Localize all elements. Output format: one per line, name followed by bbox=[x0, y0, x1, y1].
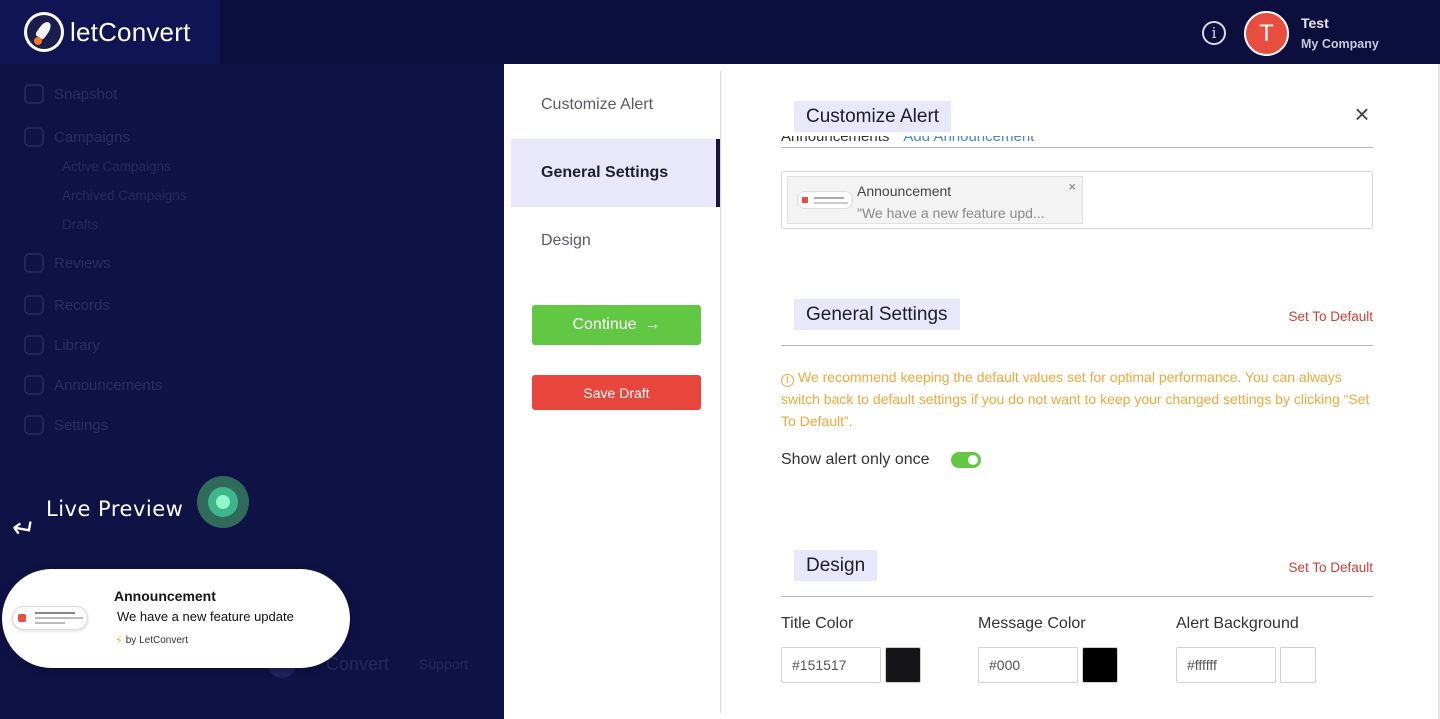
title-color-swatch[interactable] bbox=[885, 647, 921, 683]
step-customize-alert[interactable]: Customize Alert bbox=[511, 71, 720, 139]
live-pulse-icon bbox=[197, 476, 249, 528]
section-title-general-settings: General Settings bbox=[794, 299, 960, 330]
sidebar-item-settings: Settings bbox=[24, 415, 108, 435]
campaign-editor-panel: Customize Alert General Settings Design … bbox=[504, 64, 1440, 719]
brand-name: letConvert bbox=[70, 16, 191, 47]
continue-button[interactable]: Continue → bbox=[532, 305, 701, 345]
preview-powered-by: ⚡ by LetConvert bbox=[115, 635, 188, 647]
curved-arrow-icon: ↵ bbox=[9, 511, 38, 546]
alert-background-input[interactable]: #ffffff bbox=[1176, 647, 1276, 683]
close-icon[interactable]: × bbox=[1352, 101, 1372, 127]
title-color-input[interactable]: #151517 bbox=[781, 647, 881, 683]
section-title-customize-alert: Customize Alert bbox=[794, 101, 952, 132]
bolt-icon: ⚡ bbox=[115, 635, 123, 647]
sidebar-sub-active: Active Campaigns bbox=[62, 159, 171, 174]
footer-brand: Convert bbox=[326, 653, 390, 674]
reviews-icon bbox=[24, 253, 44, 273]
general-set-default-link[interactable]: Set To Default bbox=[1288, 309, 1373, 324]
add-announcement-link[interactable]: Add Announcement bbox=[903, 136, 1034, 145]
preview-message: We have a new feature update bbox=[117, 609, 294, 624]
footer-support-link: Support bbox=[419, 656, 469, 672]
gear-icon bbox=[24, 415, 44, 435]
step-design[interactable]: Design bbox=[511, 207, 720, 275]
announcement-thumbnail bbox=[797, 191, 853, 209]
live-preview-card[interactable]: Announcement We have a new feature updat… bbox=[2, 569, 350, 668]
megaphone-icon bbox=[24, 375, 44, 395]
alert-background-label: Alert Background bbox=[1176, 615, 1299, 632]
title-color-label: Title Color bbox=[781, 615, 854, 632]
preview-title: Announcement bbox=[114, 588, 216, 604]
sidebar-sub-archived: Archived Campaigns bbox=[62, 188, 187, 203]
top-bar: letConvert i T Test My Company bbox=[0, 0, 1440, 64]
brand[interactable]: letConvert bbox=[0, 0, 220, 64]
announcement-thumbnail bbox=[12, 606, 88, 630]
selected-announcement-chip[interactable]: Announcement "We have a new feature upd.… bbox=[787, 176, 1083, 224]
records-icon bbox=[24, 295, 44, 315]
sidebar-item-reviews: Reviews bbox=[24, 253, 111, 273]
library-icon bbox=[24, 335, 44, 355]
sidebar-item-snapshot: Snapshot bbox=[24, 84, 117, 104]
divider bbox=[720, 71, 721, 713]
arrow-right-icon: → bbox=[644, 316, 661, 333]
sidebar: Snapshot Campaigns Active Campaigns Arch… bbox=[0, 64, 265, 484]
section-divider bbox=[781, 147, 1373, 148]
message-color-swatch[interactable] bbox=[1082, 647, 1118, 683]
announcement-select[interactable]: Announcement "We have a new feature upd.… bbox=[781, 171, 1373, 229]
remove-chip-icon[interactable]: × bbox=[1068, 179, 1076, 194]
avatar[interactable]: T bbox=[1244, 11, 1289, 56]
sidebar-item-campaigns: Campaigns bbox=[24, 127, 130, 147]
message-color-input[interactable]: #000 bbox=[978, 647, 1078, 683]
sidebar-item-library: Library bbox=[24, 335, 100, 355]
announcement-preview-text: "We have a new feature upd... bbox=[857, 205, 1045, 221]
section-divider bbox=[781, 345, 1373, 346]
show-alert-once-label: Show alert only once bbox=[781, 451, 930, 468]
show-alert-once-toggle[interactable] bbox=[951, 452, 981, 468]
rocket-icon bbox=[24, 127, 44, 147]
performance-warning: ! We recommend keeping the default values… bbox=[781, 369, 1370, 429]
sidebar-item-records: Records bbox=[24, 295, 110, 315]
user-company: My Company bbox=[1301, 37, 1379, 51]
rocket-logo-icon bbox=[24, 12, 64, 52]
live-preview-label: Live Preview bbox=[46, 497, 184, 521]
sidebar-item-announcements: Announcements bbox=[24, 375, 162, 395]
message-color-label: Message Color bbox=[978, 615, 1086, 632]
warning-icon: ! bbox=[781, 374, 794, 387]
user-name[interactable]: Test bbox=[1301, 15, 1329, 31]
announcement-name: Announcement bbox=[857, 183, 952, 199]
announcements-label: Announcements bbox=[781, 136, 890, 145]
alert-background-swatch[interactable] bbox=[1280, 647, 1316, 683]
announcements-field-row: Announcements Add Announcement bbox=[781, 136, 1373, 153]
snapshot-icon bbox=[24, 84, 44, 104]
section-divider bbox=[781, 596, 1373, 597]
save-draft-button[interactable]: Save Draft bbox=[532, 375, 701, 410]
design-set-default-link[interactable]: Set To Default bbox=[1288, 560, 1373, 575]
sidebar-sub-drafts: Drafts bbox=[62, 217, 99, 232]
section-title-design: Design bbox=[794, 550, 878, 581]
info-icon[interactable]: i bbox=[1202, 21, 1226, 45]
step-general-settings[interactable]: General Settings bbox=[511, 139, 720, 207]
